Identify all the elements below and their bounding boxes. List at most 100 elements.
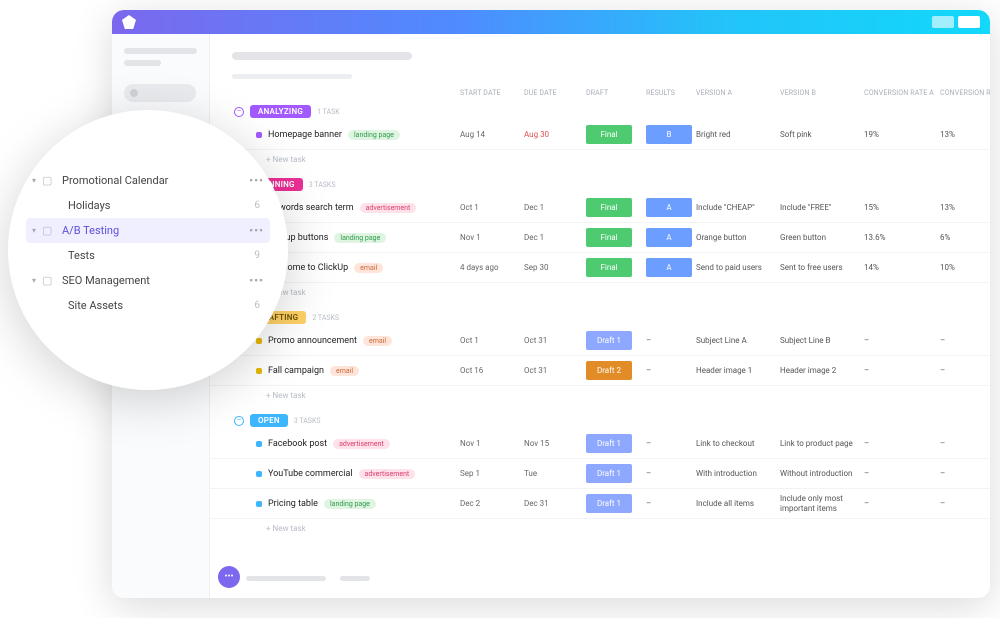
conv-rate-a[interactable]: –	[864, 499, 934, 509]
version-a-cell[interactable]: Subject Line A	[696, 336, 774, 346]
task-tag[interactable]: email	[354, 263, 383, 273]
start-date[interactable]: Aug 14	[460, 130, 518, 139]
due-date[interactable]: Tue	[524, 469, 580, 478]
result-cell[interactable]: –	[646, 366, 690, 376]
status-group-header[interactable]: – RUNNING 3 TASKS	[210, 172, 990, 193]
due-date[interactable]: Aug 30	[524, 130, 580, 139]
status-group-header[interactable]: – OPEN 3 TASKS	[210, 408, 990, 429]
conv-rate-b[interactable]: 10%	[940, 263, 990, 273]
task-row[interactable]: Signup buttons landing page Nov 1 Dec 1 …	[210, 223, 990, 253]
collapse-icon[interactable]: –	[234, 416, 244, 426]
draft-badge[interactable]: Final	[586, 125, 632, 144]
sidebar-folder-item[interactable]: ▾ ▢ SEO Management •••	[26, 268, 270, 293]
due-date[interactable]: Dec 1	[524, 233, 580, 242]
task-name[interactable]: YouTube commercial	[268, 469, 353, 479]
sidebar-list-item[interactable]: Holidays 6	[26, 193, 270, 218]
status-tag[interactable]: ANALYZING	[250, 105, 311, 118]
new-task-button[interactable]: + New task	[210, 150, 990, 172]
task-tag[interactable]: advertisement	[333, 439, 390, 449]
task-name[interactable]: Promo announcement	[268, 336, 357, 346]
caret-icon[interactable]: ▾	[32, 176, 42, 185]
task-row[interactable]: Promo announcement email Oct 1 Oct 31 Dr…	[210, 326, 990, 356]
search-placeholder[interactable]	[124, 84, 196, 102]
conv-rate-a[interactable]: 19%	[864, 130, 934, 140]
start-date[interactable]: Sep 1	[460, 469, 518, 478]
version-b-cell[interactable]: Subject Line B	[780, 336, 858, 346]
sidebar-folder-item[interactable]: ▾ ▢ A/B Testing •••	[26, 218, 270, 243]
draft-badge[interactable]: Final	[586, 258, 632, 277]
version-b-cell[interactable]: Without introduction	[780, 469, 858, 479]
caret-icon[interactable]: ▾	[32, 226, 42, 235]
due-date[interactable]: Nov 15	[524, 439, 580, 448]
due-date[interactable]: Dec 1	[524, 203, 580, 212]
task-row[interactable]: YouTube commercial advertisement Sep 1 T…	[210, 459, 990, 489]
caret-icon[interactable]: ▾	[32, 276, 42, 285]
due-date[interactable]: Sep 30	[524, 263, 580, 272]
more-icon[interactable]: •••	[249, 224, 264, 237]
task-tag[interactable]: email	[363, 336, 392, 346]
version-b-cell[interactable]: Link to product page	[780, 439, 858, 449]
version-b-cell[interactable]: Soft pink	[780, 130, 858, 140]
task-name[interactable]: Homepage banner	[268, 130, 342, 140]
version-b-cell[interactable]: Sent to free users	[780, 263, 858, 273]
draft-badge[interactable]: Draft 1	[586, 331, 632, 350]
version-a-cell[interactable]: Bright red	[696, 130, 774, 140]
conv-rate-b[interactable]: –	[940, 336, 990, 346]
version-a-cell[interactable]: Orange button	[696, 233, 774, 243]
conv-rate-b[interactable]: –	[940, 366, 990, 376]
draft-badge[interactable]: Final	[586, 228, 632, 247]
status-group-header[interactable]: – ANALYZING 1 TASK	[210, 99, 990, 120]
conv-rate-a[interactable]: –	[864, 366, 934, 376]
start-date[interactable]: Nov 1	[460, 233, 518, 242]
conv-rate-a[interactable]: –	[864, 336, 934, 346]
draft-badge[interactable]: Draft 2	[586, 361, 632, 380]
conv-rate-b[interactable]: 6%	[940, 233, 990, 243]
result-badge[interactable]: A	[646, 258, 692, 277]
version-a-cell[interactable]: With introduction	[696, 469, 774, 479]
more-icon[interactable]: •••	[249, 174, 264, 187]
start-date[interactable]: Nov 1	[460, 439, 518, 448]
task-tag[interactable]: landing page	[348, 130, 400, 140]
due-date[interactable]: Oct 31	[524, 336, 580, 345]
task-tag[interactable]: landing page	[324, 499, 376, 509]
window-control-button[interactable]	[932, 16, 954, 28]
version-b-cell[interactable]: Green button	[780, 233, 858, 243]
collapse-icon[interactable]: –	[234, 107, 244, 117]
start-date[interactable]: Oct 1	[460, 203, 518, 212]
version-b-cell[interactable]: Header image 2	[780, 366, 858, 376]
draft-badge[interactable]: Final	[586, 198, 632, 217]
result-cell[interactable]: –	[646, 439, 690, 449]
conv-rate-a[interactable]: 15%	[864, 203, 934, 213]
task-name[interactable]: Fall campaign	[268, 366, 324, 376]
result-cell[interactable]: –	[646, 469, 690, 479]
col-draft[interactable]: DRAFT	[586, 89, 640, 97]
new-task-button[interactable]: + New task	[210, 519, 990, 541]
sidebar-list-item[interactable]: Tests 9	[26, 243, 270, 268]
task-row[interactable]: Welcome to ClickUp email 4 days ago Sep …	[210, 253, 990, 283]
conv-rate-a[interactable]: –	[864, 439, 934, 449]
new-task-button[interactable]: + New task	[210, 386, 990, 408]
task-row[interactable]: Pricing table landing page Dec 2 Dec 31 …	[210, 489, 990, 519]
conv-rate-b[interactable]: –	[940, 499, 990, 509]
task-tag[interactable]: email	[330, 366, 359, 376]
version-a-cell[interactable]: Include "CHEAP"	[696, 203, 774, 213]
sidebar-folder-item[interactable]: ▾ ▢ Promotional Calendar •••	[26, 168, 270, 193]
start-date[interactable]: Oct 16	[460, 366, 518, 375]
due-date[interactable]: Dec 31	[524, 499, 580, 508]
draft-badge[interactable]: Draft 1	[586, 434, 632, 453]
task-row[interactable]: Adwords search term advertisement Oct 1 …	[210, 193, 990, 223]
task-name[interactable]: Facebook post	[268, 439, 327, 449]
conv-rate-a[interactable]: –	[864, 469, 934, 479]
version-b-cell[interactable]: Include only most important items	[780, 494, 858, 513]
task-name[interactable]: Pricing table	[268, 499, 318, 509]
status-group-header[interactable]: – DRAFTING 2 TASKS	[210, 305, 990, 326]
window-control-button[interactable]	[958, 16, 980, 28]
conv-rate-a[interactable]: 14%	[864, 263, 934, 273]
conv-rate-a[interactable]: 13.6%	[864, 233, 934, 243]
start-date[interactable]: Dec 2	[460, 499, 518, 508]
more-icon[interactable]: •••	[249, 274, 264, 287]
col-due-date[interactable]: DUE DATE	[524, 89, 580, 97]
version-b-cell[interactable]: Include "FREE"	[780, 203, 858, 213]
start-date[interactable]: 4 days ago	[460, 263, 518, 272]
status-tag[interactable]: OPEN	[250, 414, 288, 427]
